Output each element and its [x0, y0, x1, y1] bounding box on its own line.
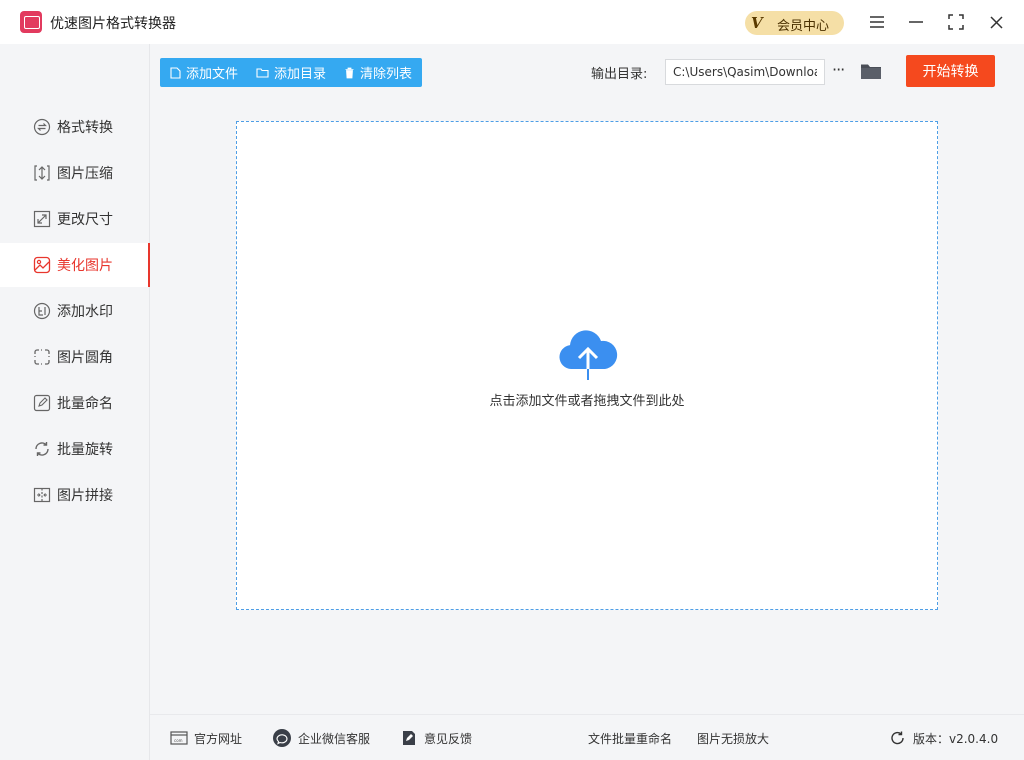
file-icon: [170, 66, 181, 79]
rename-icon: [33, 394, 51, 412]
maximize-button[interactable]: [944, 10, 968, 34]
svg-text:com: com: [174, 738, 183, 743]
refresh-icon: [891, 731, 904, 745]
sidebar-item-label: 批量旋转: [57, 442, 113, 458]
sidebar-item-label: 添加水印: [57, 304, 113, 320]
add-file-label: 添加文件: [186, 67, 239, 82]
sidebar-item-round-corner[interactable]: 图片圆角: [0, 335, 150, 379]
output-directory-label: 输出目录:: [591, 67, 648, 82]
minimize-button[interactable]: [904, 10, 928, 34]
version-label: 版本：v2.0.4.0: [913, 731, 999, 746]
start-convert-button[interactable]: 开始转换: [906, 55, 995, 87]
rotate-icon: [35, 442, 49, 456]
stitch-icon: [33, 487, 51, 503]
folder-icon: [861, 64, 881, 79]
compress-icon: [34, 165, 50, 181]
resize-icon: [33, 210, 51, 228]
wechat-service-icon: [273, 729, 291, 747]
wechat-service-link[interactable]: 企业微信客服: [272, 715, 370, 760]
official-website-link[interactable]: com 官方网址: [170, 715, 242, 760]
add-directory-label: 添加目录: [274, 67, 327, 82]
sidebar-item-stitch[interactable]: 图片拼接: [0, 473, 150, 517]
menu-button[interactable]: [865, 10, 889, 34]
folder-outline-icon: [256, 67, 269, 78]
sidebar: 格式转换 图片压缩 更改尺寸 美化图片 添加水印 图片圆角 批量命名 批量旋转 …: [0, 44, 150, 760]
app-title: 优速图片格式转换器: [50, 16, 176, 32]
sidebar-item-label: 格式转换: [57, 120, 113, 136]
sidebar-item-batch-rotate[interactable]: 批量旋转: [0, 427, 150, 471]
file-drop-zone[interactable]: 点击添加文件或者拖拽文件到此处: [236, 121, 938, 610]
cloud-upload-icon: [559, 330, 618, 380]
menu-icon: [870, 16, 884, 28]
feedback-icon: [403, 731, 415, 745]
beautify-icon: [33, 256, 51, 274]
sidebar-item-label: 图片压缩: [57, 166, 113, 182]
browse-more-button[interactable]: ···: [832, 60, 850, 84]
close-button[interactable]: [984, 10, 1008, 34]
round-corner-icon: [34, 349, 50, 365]
clear-list-label: 清除列表: [360, 67, 413, 82]
wechat-service-label: 企业微信客服: [298, 731, 371, 746]
clear-list-button[interactable]: 清除列表: [334, 58, 420, 87]
vip-center-label: 会员中心: [777, 19, 830, 34]
app-logo-icon: [20, 11, 42, 33]
format-convert-icon: [33, 118, 51, 136]
website-icon: com: [170, 731, 188, 745]
sidebar-item-watermark[interactable]: 添加水印: [0, 289, 150, 333]
file-toolbar: 添加文件 添加目录 清除列表: [160, 58, 422, 87]
sidebar-item-label: 批量命名: [57, 396, 113, 412]
batch-rename-link[interactable]: 文件批量重命名: [588, 715, 672, 760]
watermark-icon: [33, 302, 51, 320]
sidebar-item-resize[interactable]: 更改尺寸: [0, 197, 150, 241]
official-website-label: 官方网址: [194, 731, 243, 746]
close-icon: [989, 15, 1003, 29]
title-bar: 优速图片格式转换器 V 会员中心: [0, 0, 1024, 44]
sidebar-item-label: 图片圆角: [57, 350, 113, 366]
add-file-button[interactable]: 添加文件: [160, 58, 246, 87]
trash-icon: [345, 67, 354, 78]
sidebar-item-format-convert[interactable]: 格式转换: [0, 105, 150, 149]
sidebar-item-compress[interactable]: 图片压缩: [0, 151, 150, 195]
feedback-link[interactable]: 意见反馈: [400, 715, 472, 760]
feedback-label: 意见反馈: [424, 731, 473, 746]
sidebar-item-label: 图片拼接: [57, 488, 113, 504]
drop-hint-text: 点击添加文件或者拖拽文件到此处: [489, 394, 685, 409]
maximize-icon: [948, 14, 964, 30]
sidebar-item-label: 更改尺寸: [57, 212, 113, 228]
lossless-enlarge-link[interactable]: 图片无损放大: [697, 715, 769, 760]
add-directory-button[interactable]: 添加目录: [246, 58, 334, 87]
sidebar-item-beautify[interactable]: 美化图片: [0, 243, 150, 287]
output-directory-field[interactable]: [665, 59, 825, 85]
footer-bar: com 官方网址 企业微信客服 意见反馈 文件批量重命名 图片无损放大 版本：v…: [150, 714, 1024, 760]
sidebar-item-label: 美化图片: [57, 258, 113, 274]
minimize-icon: [909, 21, 923, 23]
version-info: 版本：v2.0.4.0: [889, 715, 998, 760]
open-folder-button[interactable]: [860, 62, 882, 82]
vip-badge-icon: V: [751, 14, 763, 32]
sidebar-item-batch-rename[interactable]: 批量命名: [0, 381, 150, 425]
vip-center-button[interactable]: V 会员中心: [745, 11, 844, 35]
